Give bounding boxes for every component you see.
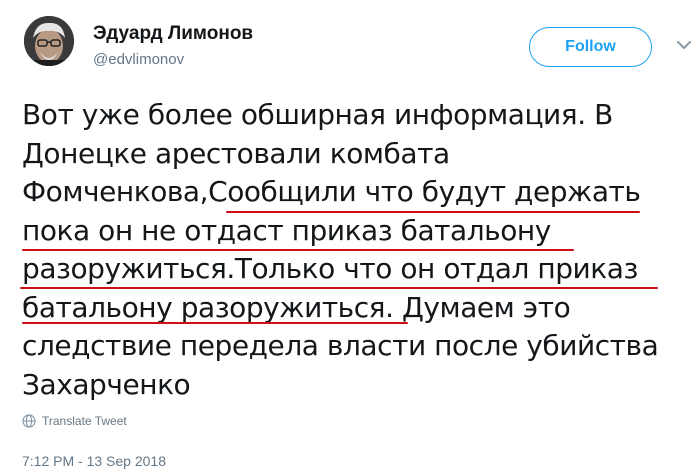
avatar[interactable] — [24, 16, 74, 66]
author-display-name[interactable]: Эдуард Лимонов — [93, 23, 253, 45]
tweet-line: разоружиться.Только что он отдал приказ — [22, 252, 638, 285]
globe-icon — [22, 414, 36, 428]
avatar-portrait — [24, 16, 74, 66]
red-underline-annotation — [226, 211, 640, 213]
tweet-line: Донецке арестовали комбата — [22, 136, 450, 170]
red-underline-annotation — [22, 249, 574, 251]
translate-tweet-link[interactable]: Translate Tweet — [22, 414, 127, 428]
author-handle[interactable]: @edvlimonov — [93, 51, 184, 68]
follow-button[interactable]: Follow — [529, 27, 652, 67]
translate-tweet-label: Translate Tweet — [42, 414, 127, 428]
tweet-timestamp[interactable]: 7:12 PM - 13 Sep 2018 — [22, 453, 166, 469]
tweet-line: Вот уже более обширная информация. В — [22, 98, 613, 131]
tweet-line: пока он не отдаст приказ батальону — [22, 213, 551, 247]
chevron-down-icon[interactable] — [677, 40, 691, 50]
tweet-line: следствие передела власти после убийства — [22, 329, 659, 362]
tweet-line: Захарченко — [22, 367, 191, 401]
red-underline-annotation — [20, 287, 658, 289]
tweet-line: Фомченкова,Сообщили что будут держать — [22, 175, 641, 208]
red-underline-annotation — [22, 322, 408, 324]
